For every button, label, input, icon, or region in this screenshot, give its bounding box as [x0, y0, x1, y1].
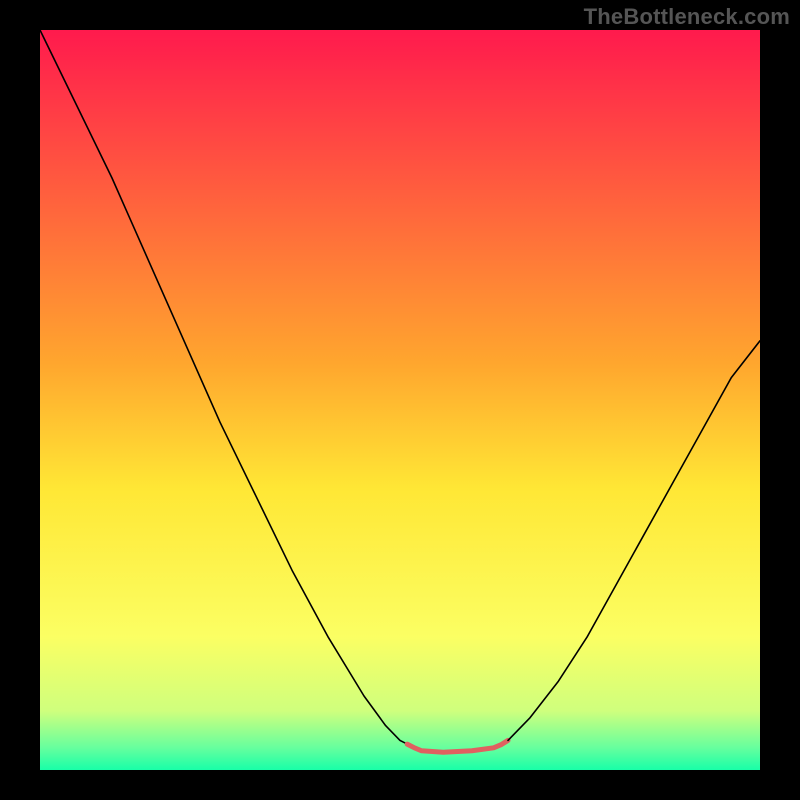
- gradient-bg: [40, 30, 760, 770]
- chart-frame: TheBottleneck.com: [0, 0, 800, 800]
- watermark-text: TheBottleneck.com: [584, 4, 790, 30]
- bottleneck-chart: [40, 30, 760, 770]
